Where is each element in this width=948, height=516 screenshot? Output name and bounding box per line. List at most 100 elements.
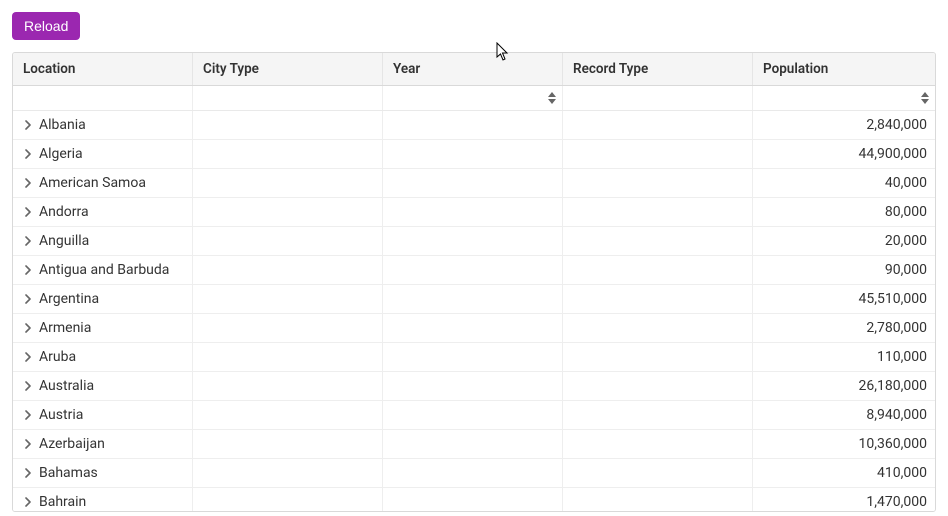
- grid-filter-row: [13, 86, 935, 111]
- chevron-right-icon[interactable]: [23, 207, 33, 217]
- table-row[interactable]: Anguilla20,000: [13, 227, 935, 256]
- chevron-right-icon[interactable]: [23, 265, 33, 275]
- filter-input-location[interactable]: [17, 88, 188, 108]
- cell-record-type: [563, 488, 753, 511]
- chevron-right-icon[interactable]: [23, 120, 33, 130]
- table-row[interactable]: Andorra 80,000: [13, 198, 935, 227]
- location-label: Armenia: [39, 320, 91, 336]
- cell-population: 80,000: [753, 198, 935, 226]
- table-row[interactable]: Antigua and Barbuda90,000: [13, 256, 935, 285]
- table-row[interactable]: Algeria 44,900,000: [13, 140, 935, 169]
- table-row[interactable]: Armenia2,780,000: [13, 314, 935, 343]
- location-label: American Samoa: [39, 175, 146, 191]
- cell-population: 44,900,000: [753, 140, 935, 168]
- filter-cell-record-type: [563, 86, 753, 110]
- cell-city-type: [193, 372, 383, 400]
- spinner-up-icon[interactable]: [548, 92, 556, 97]
- cell-city-type: [193, 343, 383, 371]
- cell-year: [383, 343, 563, 371]
- data-grid: Location City Type Year Record Type Popu…: [12, 52, 936, 512]
- cell-location: Azerbaijan: [13, 430, 193, 458]
- cell-city-type: [193, 227, 383, 255]
- table-row[interactable]: Bahrain 1,470,000: [13, 488, 935, 511]
- filter-input-year[interactable]: [387, 88, 545, 108]
- filter-cell-population: [753, 86, 935, 110]
- cell-city-type: [193, 198, 383, 226]
- chevron-right-icon[interactable]: [23, 381, 33, 391]
- filter-cell-city-type: [193, 86, 383, 110]
- page: Reload Location City Type Year Record Ty…: [0, 0, 948, 516]
- cell-city-type: [193, 140, 383, 168]
- cell-year: [383, 430, 563, 458]
- location-label: Austria: [39, 407, 83, 423]
- column-header-city-type[interactable]: City Type: [193, 53, 383, 85]
- column-header-location[interactable]: Location: [13, 53, 193, 85]
- cell-location: Austria: [13, 401, 193, 429]
- table-row[interactable]: Azerbaijan 10,360,000: [13, 430, 935, 459]
- table-row[interactable]: Albania2,840,000: [13, 111, 935, 140]
- location-label: Bahamas: [39, 465, 98, 481]
- chevron-right-icon[interactable]: [23, 352, 33, 362]
- cell-location: Andorra: [13, 198, 193, 226]
- filter-input-record-type[interactable]: [567, 88, 748, 108]
- location-label: Albania: [39, 117, 86, 133]
- table-row[interactable]: Austria8,940,000: [13, 401, 935, 430]
- column-header-population[interactable]: Population: [753, 53, 935, 85]
- cell-record-type: [563, 198, 753, 226]
- cell-record-type: [563, 140, 753, 168]
- cell-city-type: [193, 401, 383, 429]
- cell-location: Argentina: [13, 285, 193, 313]
- column-header-year[interactable]: Year: [383, 53, 563, 85]
- chevron-right-icon[interactable]: [23, 497, 33, 507]
- cell-record-type: [563, 430, 753, 458]
- cell-population: 10,360,000: [753, 430, 935, 458]
- cell-year: [383, 459, 563, 487]
- cell-population: 40,000: [753, 169, 935, 197]
- table-row[interactable]: Bahamas 410,000: [13, 459, 935, 488]
- chevron-right-icon[interactable]: [23, 468, 33, 478]
- cell-year: [383, 111, 563, 139]
- table-row[interactable]: Aruba110,000: [13, 343, 935, 372]
- cell-location: American Samoa: [13, 169, 193, 197]
- cell-year: [383, 285, 563, 313]
- chevron-right-icon[interactable]: [23, 294, 33, 304]
- cell-year: [383, 488, 563, 511]
- reload-button[interactable]: Reload: [12, 12, 80, 40]
- chevron-right-icon[interactable]: [23, 178, 33, 188]
- chevron-right-icon[interactable]: [23, 439, 33, 449]
- cell-record-type: [563, 169, 753, 197]
- cell-location: Antigua and Barbuda: [13, 256, 193, 284]
- chevron-right-icon[interactable]: [23, 410, 33, 420]
- spinner-up-icon[interactable]: [921, 92, 929, 97]
- grid-body[interactable]: Albania2,840,000Algeria44,900,000America…: [13, 111, 935, 511]
- filter-input-city-type[interactable]: [197, 88, 378, 108]
- chevron-right-icon[interactable]: [23, 149, 33, 159]
- table-row[interactable]: American Samoa 40,000: [13, 169, 935, 198]
- spinner-down-icon[interactable]: [548, 99, 556, 104]
- filter-input-population[interactable]: [757, 88, 918, 108]
- cell-record-type: [563, 285, 753, 313]
- chevron-right-icon[interactable]: [23, 323, 33, 333]
- population-spinner: [918, 88, 931, 108]
- cell-population: 410,000: [753, 459, 935, 487]
- cell-record-type: [563, 111, 753, 139]
- cell-population: 1,470,000: [753, 488, 935, 511]
- grid-header-row: Location City Type Year Record Type Popu…: [13, 53, 935, 86]
- cell-population: 110,000: [753, 343, 935, 371]
- column-header-record-type[interactable]: Record Type: [563, 53, 753, 85]
- location-label: Argentina: [39, 291, 99, 307]
- cell-location: Algeria: [13, 140, 193, 168]
- cell-city-type: [193, 314, 383, 342]
- cell-city-type: [193, 430, 383, 458]
- cell-year: [383, 401, 563, 429]
- chevron-right-icon[interactable]: [23, 236, 33, 246]
- cell-location: Bahrain: [13, 488, 193, 511]
- location-label: Antigua and Barbuda: [39, 262, 169, 278]
- cell-city-type: [193, 488, 383, 511]
- spinner-down-icon[interactable]: [921, 99, 929, 104]
- table-row[interactable]: Australia26,180,000: [13, 372, 935, 401]
- filter-cell-location: [13, 86, 193, 110]
- table-row[interactable]: Argentina45,510,000: [13, 285, 935, 314]
- cell-city-type: [193, 256, 383, 284]
- cell-year: [383, 140, 563, 168]
